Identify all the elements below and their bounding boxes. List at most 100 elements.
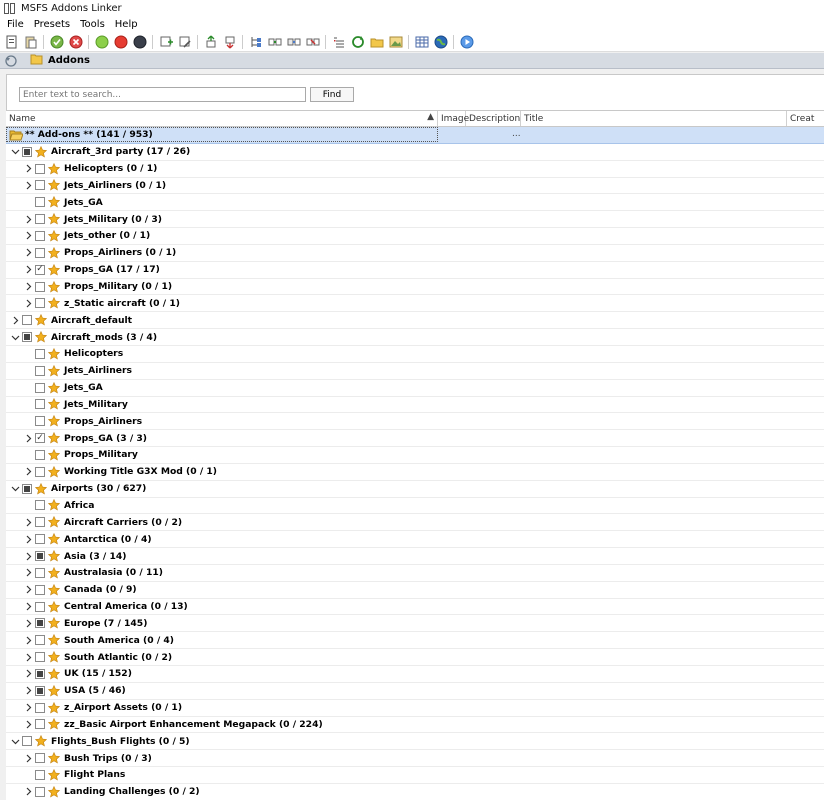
chevron-down-icon[interactable] xyxy=(10,733,20,749)
tree-row[interactable]: Bush Trips (0 / 3) xyxy=(6,750,824,768)
tree-checkbox[interactable] xyxy=(35,382,45,393)
tree-row[interactable]: Flights_Bush Flights (0 / 5) xyxy=(6,733,824,751)
chevron-right-icon[interactable] xyxy=(23,716,33,732)
tree-row[interactable]: Europe (7 / 145) xyxy=(6,615,824,633)
column-image[interactable]: Image xyxy=(438,111,469,126)
tree-checkbox[interactable] xyxy=(35,534,45,545)
tree-row[interactable]: Jets_Military (0 / 3) xyxy=(6,211,824,229)
chevron-right-icon[interactable] xyxy=(23,514,33,530)
tree-checkbox[interactable] xyxy=(35,214,45,225)
tree-row[interactable]: Jets_Military xyxy=(6,397,824,414)
tree-checkbox[interactable] xyxy=(35,180,45,191)
menu-file[interactable]: File xyxy=(2,19,29,30)
menu-tools[interactable]: Tools xyxy=(75,19,110,30)
tree-row[interactable]: Landing Challenges (0 / 2) xyxy=(6,784,824,800)
chevron-right-icon[interactable] xyxy=(23,683,33,699)
chevron-right-icon[interactable] xyxy=(23,784,33,800)
tree-checkbox[interactable] xyxy=(35,517,45,528)
edit-icon[interactable] xyxy=(178,35,192,49)
refresh-icon[interactable] xyxy=(351,35,365,49)
folder-icon[interactable] xyxy=(370,35,384,49)
paste-icon[interactable] xyxy=(24,35,38,49)
tree-checkbox[interactable] xyxy=(35,702,45,713)
tree-icon[interactable] xyxy=(249,35,263,49)
tree-row[interactable]: Helicopters (0 / 1) xyxy=(6,161,824,178)
tree-checkbox[interactable] xyxy=(35,769,45,780)
tree-row[interactable]: South America (0 / 4) xyxy=(6,632,824,650)
chevron-right-icon[interactable] xyxy=(23,582,33,598)
chevron-down-icon[interactable] xyxy=(10,481,20,497)
globe-icon[interactable] xyxy=(434,35,448,49)
tree-checkbox[interactable] xyxy=(35,601,45,612)
tree-row[interactable]: Airports (30 / 627) xyxy=(6,481,824,498)
addons-tree[interactable]: ** Add-ons ** (141 / 953) ... Aircraft_3… xyxy=(6,127,824,800)
tree-checkbox[interactable] xyxy=(35,567,45,578)
tree-row[interactable]: Jets_Airliners (0 / 1) xyxy=(6,178,824,195)
column-name[interactable]: Name ▲ xyxy=(6,111,438,126)
tree-checkbox[interactable] xyxy=(35,635,45,646)
chevron-right-icon[interactable] xyxy=(23,666,33,682)
tree-row[interactable]: Jets_GA xyxy=(6,380,824,397)
tree-checkbox[interactable] xyxy=(35,719,45,730)
tree-row[interactable]: Props_GA (17 / 17) xyxy=(6,262,824,279)
tree-row[interactable]: Jets_GA xyxy=(6,194,824,212)
column-title[interactable]: Title xyxy=(521,111,787,126)
tree-root-row[interactable]: ** Add-ons ** (141 / 953) ... xyxy=(6,127,824,144)
tree-row[interactable]: USA (5 / 46) xyxy=(6,683,824,700)
move-down-icon[interactable] xyxy=(223,35,237,49)
link-icon[interactable] xyxy=(268,35,282,49)
tree-checkbox[interactable] xyxy=(22,483,32,494)
chevron-right-icon[interactable] xyxy=(23,548,33,564)
tree-row[interactable]: Central America (0 / 13) xyxy=(6,599,824,616)
circle-red-icon[interactable] xyxy=(114,35,128,49)
tree-row[interactable]: Props_Airliners xyxy=(6,413,824,431)
tree-row[interactable]: UK (15 / 152) xyxy=(6,666,824,683)
tree-row[interactable]: zz_Basic Airport Enhancement Megapack (0… xyxy=(6,717,824,734)
circle-dark-icon[interactable] xyxy=(133,35,147,49)
tree-checkbox[interactable] xyxy=(35,298,45,309)
chevron-right-icon[interactable] xyxy=(23,615,33,631)
tree-row[interactable]: South Atlantic (0 / 2) xyxy=(6,649,824,666)
chevron-right-icon[interactable] xyxy=(23,211,33,227)
tree-checkbox[interactable] xyxy=(22,736,32,747)
tree-checkbox[interactable] xyxy=(35,281,45,292)
tree-checkbox[interactable] xyxy=(35,685,45,696)
link-alt-icon[interactable] xyxy=(287,35,301,49)
tree-row[interactable]: Props_Military (0 / 1) xyxy=(6,279,824,296)
list-icon[interactable] xyxy=(332,35,346,49)
tree-row[interactable]: Jets_Airliners xyxy=(6,363,824,380)
chevron-right-icon[interactable] xyxy=(23,531,33,547)
tree-checkbox[interactable] xyxy=(35,449,45,460)
tree-row[interactable]: Props_Airliners (0 / 1) xyxy=(6,245,824,262)
add-icon[interactable] xyxy=(159,35,173,49)
menu-presets[interactable]: Presets xyxy=(29,19,75,30)
tree-row[interactable]: Helicopters xyxy=(6,346,824,363)
tree-row[interactable]: z_Airport Assets (0 / 1) xyxy=(6,700,824,717)
tree-checkbox[interactable] xyxy=(22,332,32,343)
tree-checkbox[interactable] xyxy=(35,753,45,764)
tree-checkbox[interactable] xyxy=(35,584,45,595)
chevron-right-icon[interactable] xyxy=(23,649,33,665)
chevron-right-icon[interactable] xyxy=(23,295,33,311)
tree-row[interactable]: z_Static aircraft (0 / 1) xyxy=(6,295,824,313)
tree-checkbox[interactable] xyxy=(35,551,45,562)
chevron-right-icon[interactable] xyxy=(23,262,33,278)
chevron-right-icon[interactable] xyxy=(23,430,33,446)
tree-row[interactable]: Canada (0 / 9) xyxy=(6,582,824,599)
tree-row[interactable]: Flight Plans xyxy=(6,767,824,784)
column-description[interactable]: Description xyxy=(466,111,521,126)
tree-row[interactable]: Working Title G3X Mod (0 / 1) xyxy=(6,464,824,481)
search-input[interactable] xyxy=(19,87,306,102)
chevron-right-icon[interactable] xyxy=(23,632,33,648)
tree-row[interactable]: Aircraft_mods (3 / 4) xyxy=(6,329,824,346)
chevron-right-icon[interactable] xyxy=(23,565,33,581)
chevron-right-icon[interactable] xyxy=(23,177,33,193)
tree-row[interactable]: Aircraft_default xyxy=(6,312,824,330)
tree-row[interactable]: Australasia (0 / 11) xyxy=(6,565,824,582)
tree-checkbox[interactable] xyxy=(22,315,32,326)
tree-row[interactable]: Props_Military xyxy=(6,447,824,464)
tree-checkbox[interactable] xyxy=(35,399,45,410)
chevron-down-icon[interactable] xyxy=(10,144,20,160)
tree-row[interactable]: Asia (3 / 14) xyxy=(6,548,824,565)
tree-checkbox[interactable] xyxy=(35,618,45,629)
